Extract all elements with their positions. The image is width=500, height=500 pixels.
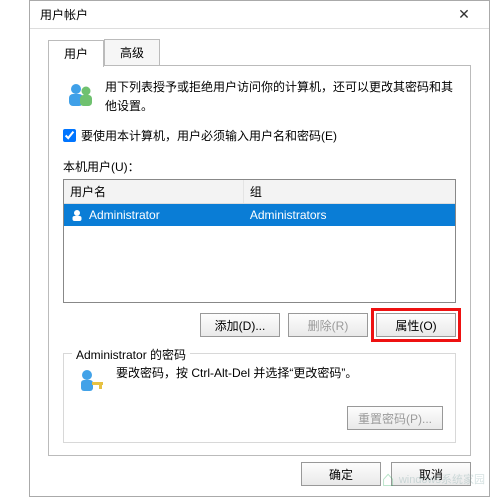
reset-password-button: 重置密码(P)...: [347, 406, 443, 430]
dialog-title: 用户帐户: [40, 6, 88, 23]
user-row-administrator[interactable]: Administrator Administrators: [64, 204, 455, 226]
cell-username: Administrator: [89, 208, 160, 222]
intro-row: 用下列表授予或拒绝用户访问你的计算机，还可以更改其密码和其他设置。: [63, 78, 456, 115]
password-legend: Administrator 的密码: [72, 346, 190, 363]
user-icon: [70, 208, 84, 222]
dialog-button-row: 确定 取消: [301, 462, 471, 486]
local-users-label: 本机用户(U)：: [63, 158, 456, 175]
require-password-input[interactable]: [63, 129, 76, 142]
close-icon: ✕: [458, 6, 470, 23]
tab-advanced[interactable]: 高级: [104, 39, 160, 66]
tab-panel-user: 用下列表授予或拒绝用户访问你的计算机，还可以更改其密码和其他设置。 要使用本计算…: [48, 65, 471, 456]
add-button[interactable]: 添加(D)...: [200, 313, 280, 337]
tab-user[interactable]: 用户: [48, 40, 104, 67]
require-password-label: 要使用本计算机，用户必须输入用户名和密码(E): [81, 127, 337, 144]
properties-button[interactable]: 属性(O): [376, 313, 456, 337]
remove-button: 删除(R): [288, 313, 368, 337]
ok-button[interactable]: 确定: [301, 462, 381, 486]
password-text: 要改密码，按 Ctrl-Alt-Del 并选择“更改密码”。: [116, 364, 357, 382]
require-password-checkbox[interactable]: 要使用本计算机，用户必须输入用户名和密码(E): [63, 127, 456, 144]
cancel-button[interactable]: 取消: [391, 462, 471, 486]
user-accounts-dialog: 用户帐户 ✕ 用户 高级 用下列表授予或拒绝用户访问你的计算机，还可以更改其密码: [29, 0, 490, 497]
user-list-header: 用户名 组: [64, 180, 455, 204]
key-icon: [76, 364, 108, 396]
users-icon: [63, 78, 97, 112]
tabs: 用户 高级: [48, 39, 471, 66]
intro-text: 用下列表授予或拒绝用户访问你的计算机，还可以更改其密码和其他设置。: [105, 78, 456, 115]
user-list[interactable]: 用户名 组 Administrator Administrators: [63, 179, 456, 303]
password-group: Administrator 的密码 要改密码，按 Ctrl-Alt-Del 并选…: [63, 353, 456, 443]
close-button[interactable]: ✕: [445, 4, 483, 26]
list-button-row: 添加(D)... 删除(R) 属性(O): [63, 313, 456, 337]
column-group[interactable]: 组: [244, 180, 455, 203]
column-username[interactable]: 用户名: [64, 180, 244, 203]
cell-group: Administrators: [244, 206, 455, 224]
titlebar: 用户帐户 ✕: [30, 1, 489, 29]
dialog-body: 用户 高级 用下列表授予或拒绝用户访问你的计算机，还可以更改其密码和其他设置。 …: [30, 29, 489, 468]
